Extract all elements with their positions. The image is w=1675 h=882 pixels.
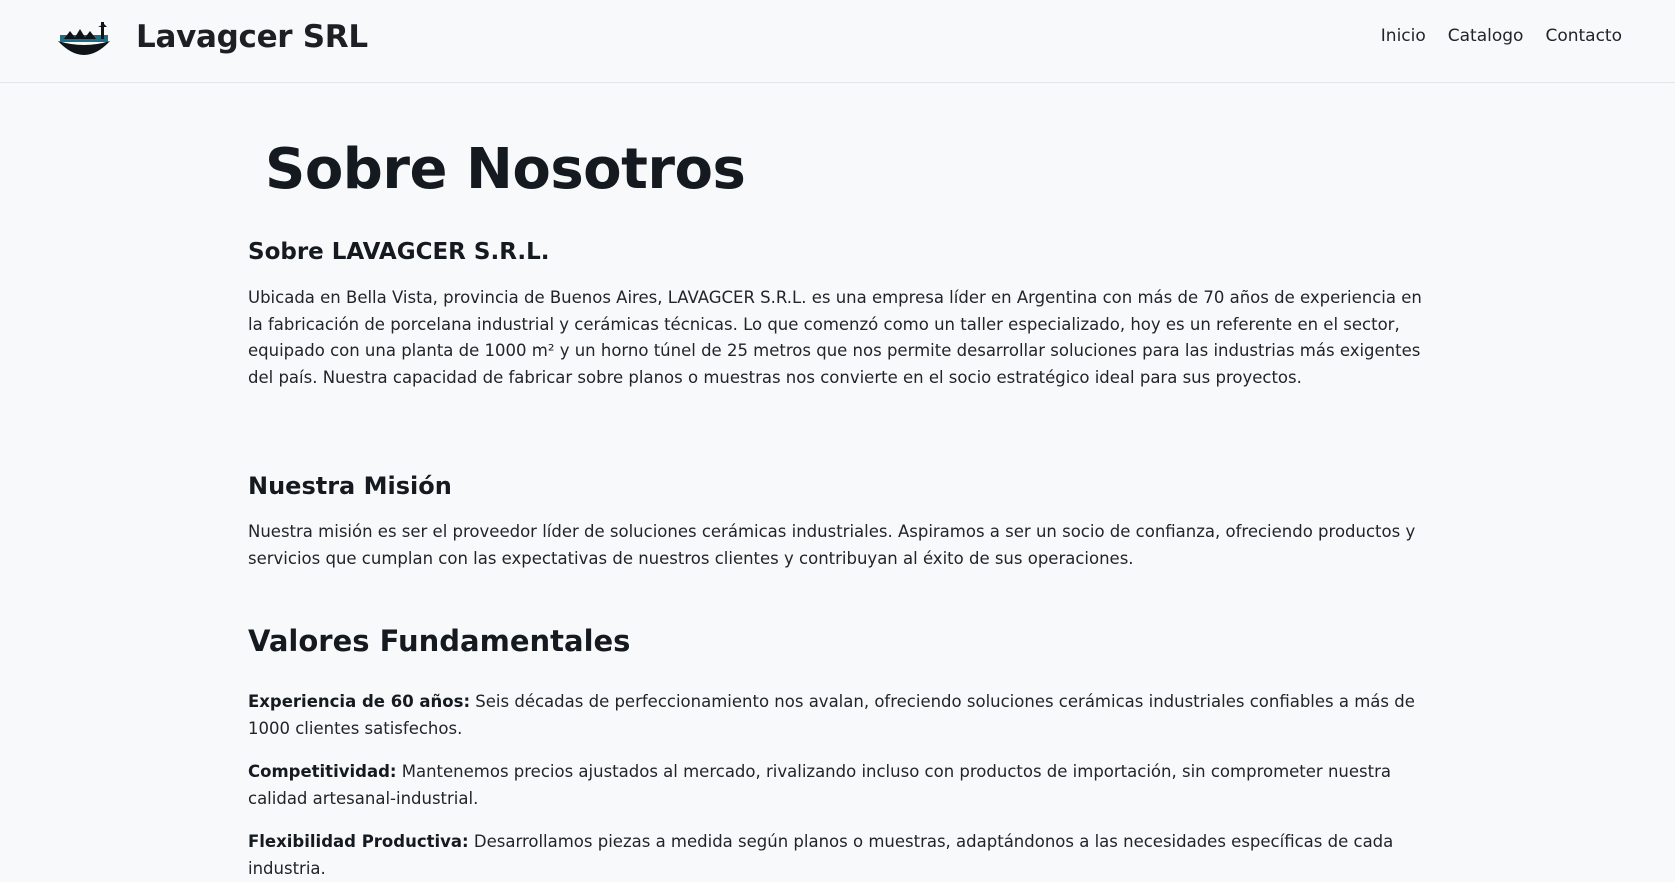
value-item: Flexibilidad Productiva: Desarrollamos p… — [248, 829, 1428, 882]
nav-link-catalogo[interactable]: Catalogo — [1448, 26, 1524, 46]
value-label: Competitividad: — [248, 762, 397, 781]
nav-link-contacto[interactable]: Contacto — [1545, 26, 1622, 46]
brand-link[interactable]: Lavagcer SRL — [56, 16, 368, 60]
value-text: Mantenemos precios ajustados al mercado,… — [248, 762, 1391, 808]
ceramic-insulator-logo-icon — [58, 22, 110, 55]
brand-name[interactable]: Lavagcer SRL — [136, 19, 368, 55]
value-label: Flexibilidad Productiva: — [248, 832, 469, 851]
main-nav: Inicio Catalogo Contacto — [1381, 26, 1622, 46]
value-item: Competitividad: Mantenemos precios ajust… — [248, 759, 1428, 812]
about-heading: Sobre LAVAGCER S.R.L. — [248, 239, 550, 265]
value-label: Experiencia de 60 años: — [248, 692, 471, 711]
about-paragraph: Ubicada en Bella Vista, provincia de Bue… — [248, 288, 1422, 387]
page-title: Sobre Nosotros — [265, 137, 746, 202]
values-heading: Valores Fundamentales — [248, 624, 631, 658]
site-header: Lavagcer SRL Inicio Catalogo Contacto — [0, 0, 1675, 83]
mission-heading: Nuestra Misión — [248, 472, 452, 500]
nav-link-inicio[interactable]: Inicio — [1381, 26, 1426, 46]
mission-paragraph: Nuestra misión es ser el proveedor líder… — [248, 522, 1416, 568]
value-item: Experiencia de 60 años: Seis décadas de … — [248, 689, 1428, 742]
